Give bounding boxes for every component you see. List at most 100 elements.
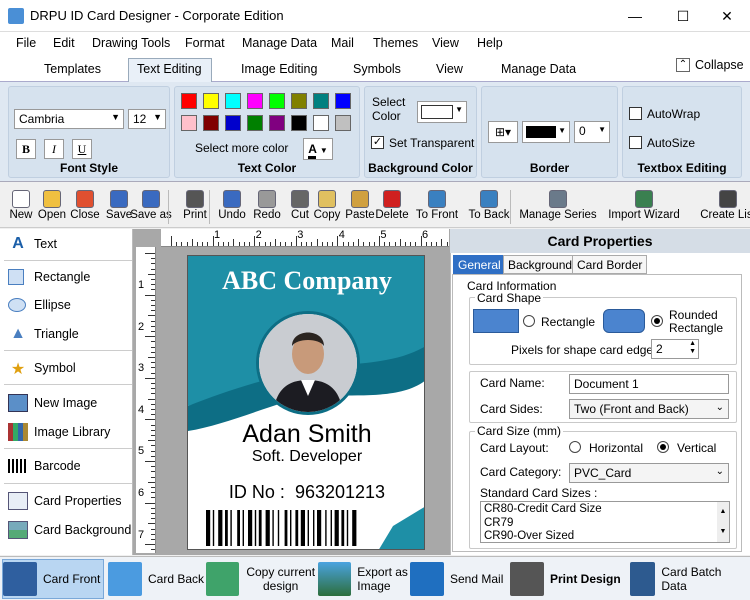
horizontal-radio[interactable] (569, 441, 581, 453)
underline-button[interactable]: U (72, 139, 92, 159)
bg-color-picker[interactable]: ▼ (417, 101, 467, 123)
manage-series-button[interactable]: Manage Series (518, 188, 598, 226)
color-swatch[interactable] (335, 115, 351, 131)
tab-general[interactable]: General (453, 255, 506, 274)
menu-drawing-tools[interactable]: Drawing Tools (92, 36, 170, 50)
vertical-radio[interactable] (657, 441, 669, 453)
delete-button[interactable]: Delete (375, 188, 409, 226)
close-button[interactable]: ✕ (704, 0, 750, 32)
redo-button[interactable]: Redo (250, 188, 284, 226)
card-category-select[interactable]: PVC_Card ⌄ (569, 463, 729, 483)
size-item[interactable]: CR79 (481, 517, 729, 530)
standard-sizes-list[interactable]: CR80-Credit Card Size CR79 CR90-Over Siz… (480, 501, 730, 543)
tool-text[interactable]: A Text (8, 231, 132, 257)
rectangle-radio[interactable] (523, 315, 535, 327)
print-button[interactable]: Print (178, 188, 212, 226)
rectangle-shape-preview[interactable] (473, 309, 519, 333)
import-wizard-button[interactable]: Import Wizard (604, 188, 684, 226)
menu-file[interactable]: File (16, 36, 36, 50)
menu-themes[interactable]: Themes (373, 36, 418, 50)
tab-manage-data[interactable]: Manage Data (501, 62, 576, 76)
tool-triangle[interactable]: ▲ Triangle (8, 321, 132, 347)
autosize-checkbox[interactable] (629, 136, 642, 149)
id-card-preview[interactable]: ABC Company Adan Smith Soft. Developer I… (187, 255, 425, 550)
copy-design-button[interactable]: Copy current design (206, 559, 316, 599)
card-person-role[interactable]: Soft. Developer (188, 448, 424, 466)
tab-view[interactable]: View (436, 62, 463, 76)
menu-view[interactable]: View (432, 36, 459, 50)
font-family-select[interactable]: Cambria ▼ (14, 109, 124, 129)
tab-background[interactable]: Background (503, 255, 578, 274)
rounded-rectangle-radio[interactable] (651, 315, 663, 327)
tab-card-border[interactable]: Card Border (572, 255, 648, 274)
color-swatch[interactable] (335, 93, 351, 109)
menu-edit[interactable]: Edit (53, 36, 75, 50)
menu-manage-data[interactable]: Manage Data (242, 36, 317, 50)
font-color-button[interactable]: A ▼ (303, 138, 333, 160)
new-button[interactable]: New (4, 188, 38, 226)
tab-text-editing[interactable]: Text Editing (137, 62, 202, 76)
tool-symbol[interactable]: ★ Symbol (8, 355, 132, 381)
paste-button[interactable]: Paste (343, 188, 377, 226)
tab-templates[interactable]: Templates (44, 62, 101, 76)
collapse-icon[interactable]: ⌃ (676, 58, 690, 72)
border-width-stepper[interactable]: 0 ▼ (574, 121, 610, 143)
font-size-select[interactable]: 12 ▼ (128, 109, 166, 129)
send-mail-button[interactable]: Send Mail (410, 559, 506, 599)
select-more-color-button[interactable]: Select more color (195, 141, 288, 155)
card-person-name[interactable]: Adan Smith (188, 420, 424, 449)
pixels-stepper[interactable]: 2 ▲ ▼ (651, 339, 699, 359)
tool-ellipse[interactable]: Ellipse (8, 292, 132, 318)
size-item[interactable]: CR80-Credit Card Size (481, 502, 729, 517)
minimize-button[interactable]: — (612, 0, 658, 32)
open-button[interactable]: Open (35, 188, 69, 226)
card-barcode[interactable] (206, 510, 406, 546)
export-image-button[interactable]: Export as Image (318, 559, 410, 599)
color-swatch[interactable] (181, 93, 197, 109)
to-front-button[interactable]: To Front (414, 188, 460, 226)
tab-image-editing[interactable]: Image Editing (241, 62, 317, 76)
tool-rectangle[interactable]: Rectangle (8, 264, 132, 290)
set-transparent-checkbox[interactable]: ✓ (371, 136, 384, 149)
close-button[interactable]: Close (68, 188, 102, 226)
to-back-button[interactable]: To Back (466, 188, 512, 226)
color-swatch[interactable] (203, 93, 219, 109)
size-item[interactable]: CR90-Over Sized (481, 530, 729, 543)
color-swatch[interactable] (269, 115, 285, 131)
color-swatch[interactable] (291, 93, 307, 109)
undo-button[interactable]: Undo (215, 188, 249, 226)
save-as-button[interactable]: Save as (130, 188, 172, 226)
card-back-button[interactable]: Card Back (108, 559, 204, 599)
tool-new-image[interactable]: New Image (8, 390, 132, 416)
border-color-picker[interactable]: ▼ (522, 121, 570, 143)
tool-card-background[interactable]: Card Background (8, 517, 132, 543)
tool-barcode[interactable]: Barcode (8, 453, 132, 479)
tab-symbols[interactable]: Symbols (353, 62, 401, 76)
color-swatch[interactable] (269, 93, 285, 109)
card-company-name[interactable]: ABC Company (188, 266, 424, 296)
tool-image-library[interactable]: Image Library (8, 419, 132, 445)
menu-mail[interactable]: Mail (331, 36, 354, 50)
card-photo[interactable] (256, 311, 360, 415)
copy-button[interactable]: Copy (310, 188, 344, 226)
autowrap-checkbox[interactable] (629, 107, 642, 120)
italic-button[interactable]: I (44, 139, 64, 159)
card-name-input[interactable]: Document 1 (569, 374, 729, 394)
list-scrollbar[interactable]: ▲ ▼ (717, 502, 729, 542)
color-swatch[interactable] (247, 93, 263, 109)
card-sides-select[interactable]: Two (Front and Back) ⌄ (569, 399, 729, 419)
color-swatch[interactable] (291, 115, 307, 131)
menu-help[interactable]: Help (477, 36, 503, 50)
color-swatch[interactable] (181, 115, 197, 131)
color-swatch[interactable] (313, 93, 329, 109)
color-swatch[interactable] (225, 93, 241, 109)
maximize-button[interactable]: ☐ (660, 0, 706, 32)
card-batch-data-button[interactable]: Card Batch Data (630, 559, 748, 599)
card-front-button[interactable]: Card Front (2, 559, 104, 599)
menu-format[interactable]: Format (185, 36, 225, 50)
color-swatch[interactable] (225, 115, 241, 131)
print-design-button[interactable]: Print Design (510, 559, 628, 599)
color-swatch[interactable] (203, 115, 219, 131)
color-swatch[interactable] (247, 115, 263, 131)
bold-button[interactable]: B (16, 139, 36, 159)
